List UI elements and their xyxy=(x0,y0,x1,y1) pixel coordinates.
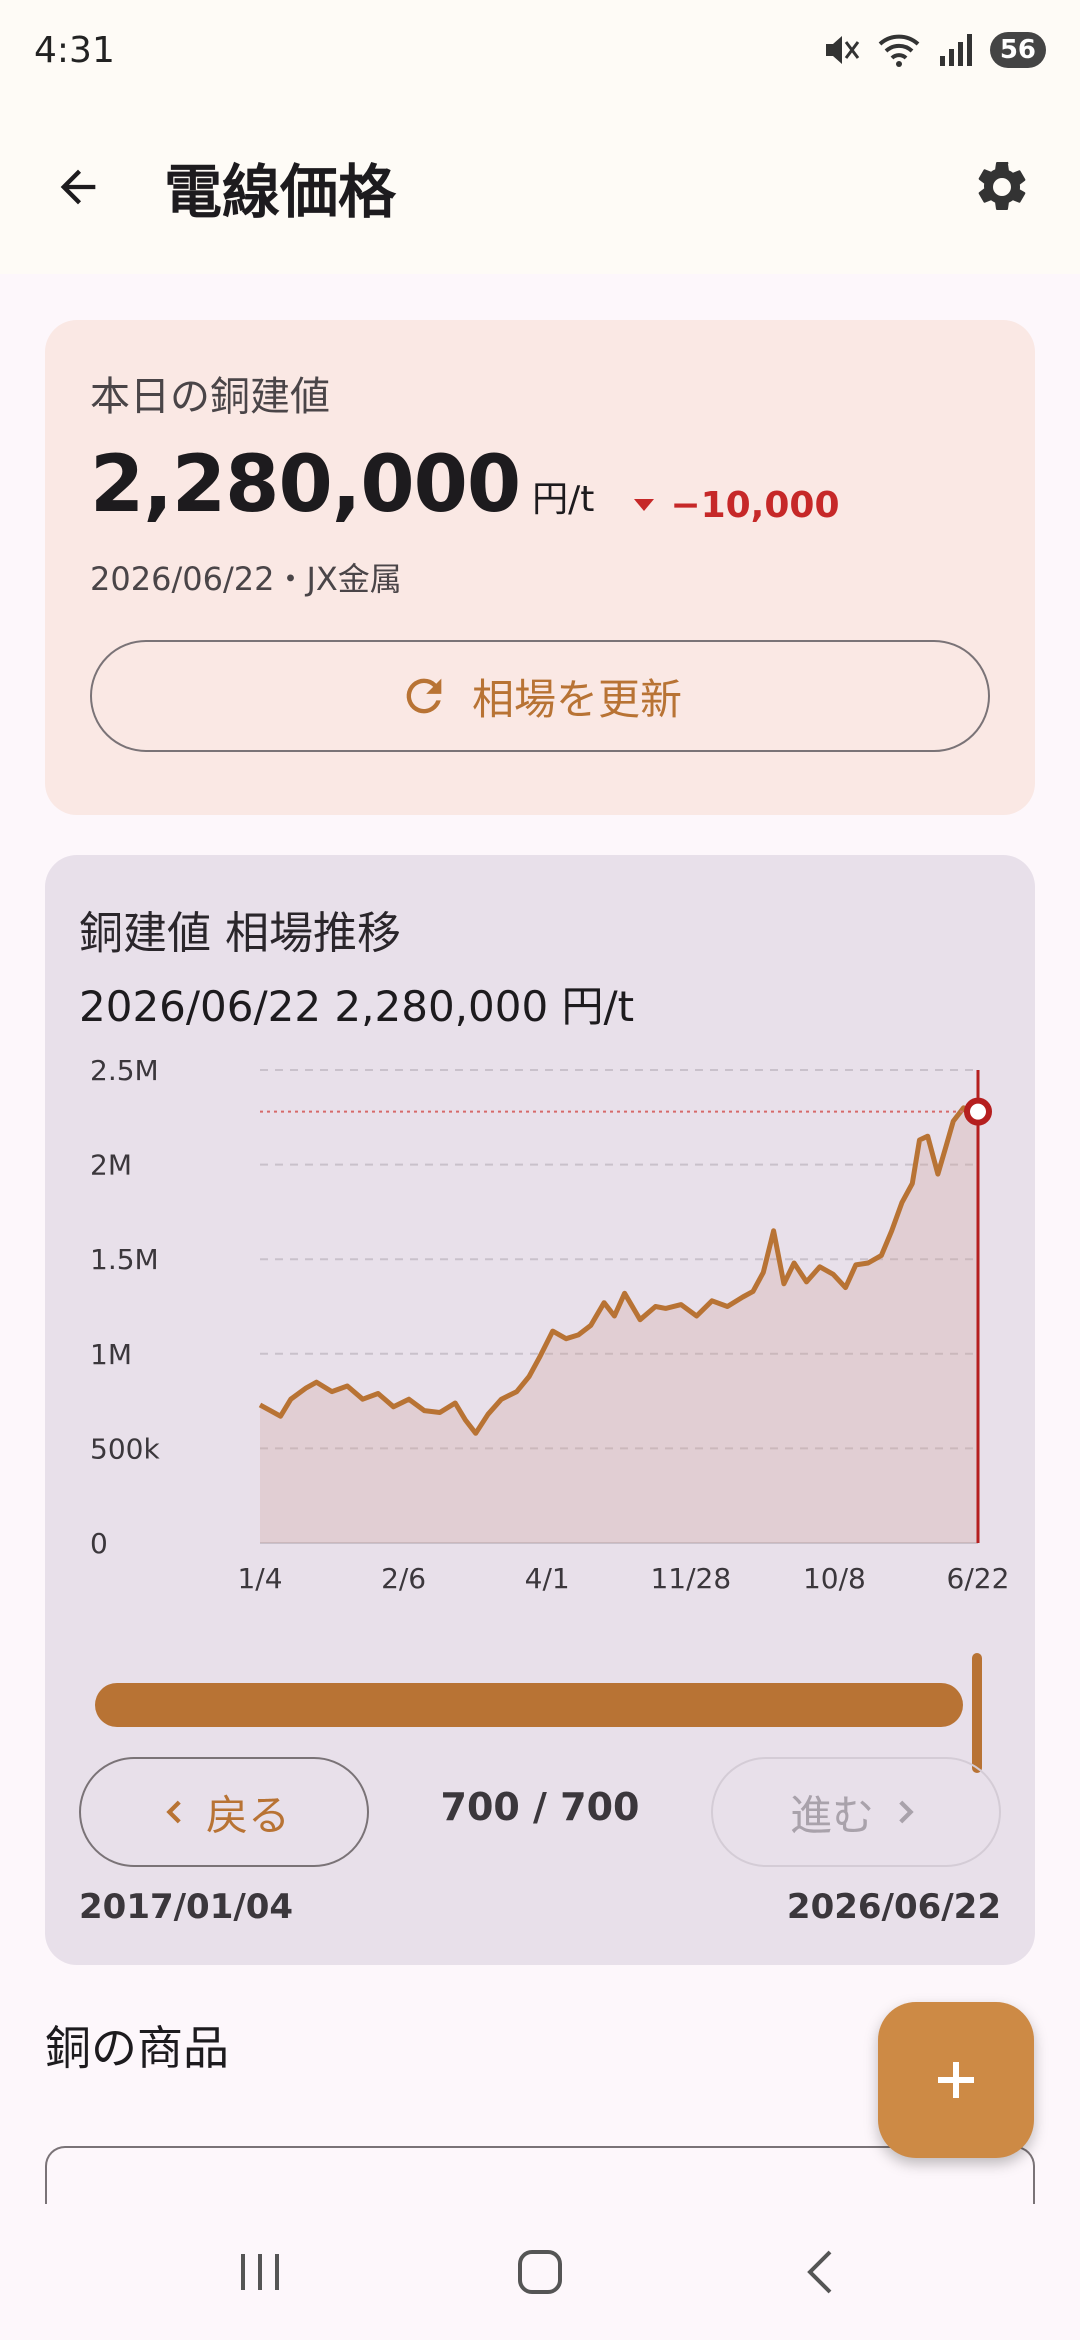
position-counter: 700 / 700 xyxy=(440,1785,640,1829)
x-tick-label: 1/4 xyxy=(237,1562,282,1595)
price-change-value: −10,000 xyxy=(670,484,840,526)
down-arrow-icon xyxy=(634,499,655,511)
chevron-left-icon xyxy=(166,1800,181,1824)
range-start-date: 2017/01/04 xyxy=(79,1887,294,1927)
arrow-left-icon xyxy=(60,169,96,205)
page-title: 電線価格 xyxy=(164,158,397,226)
next-button[interactable]: 進む xyxy=(711,1757,1001,1867)
back-nav-button[interactable] xyxy=(760,2212,880,2332)
prev-label: 戻る xyxy=(205,1790,290,1840)
price-change: −10,000 xyxy=(634,484,840,526)
y-tick-label: 2M xyxy=(90,1149,132,1182)
x-tick-label: 6/22 xyxy=(947,1562,1010,1595)
system-nav-bar xyxy=(0,2204,1080,2340)
add-product-button[interactable] xyxy=(878,2002,1034,2158)
battery-icon: 56 xyxy=(989,32,1046,68)
today-price-card: 本日の銅建値 2,280,000 円/t −10,000 2026/06/22・… xyxy=(45,320,1035,815)
prev-button[interactable]: 戻る xyxy=(79,1757,369,1867)
x-tick-label: 10/8 xyxy=(803,1562,866,1595)
series-area xyxy=(260,1107,978,1543)
mute-icon xyxy=(822,32,860,68)
products-section-title: 銅の商品 xyxy=(45,2021,229,2075)
y-tick-label: 500k xyxy=(90,1432,160,1465)
signal-icon xyxy=(938,32,974,68)
range-end-date: 2026/06/22 xyxy=(786,1887,1001,1927)
y-tick-label: 0 xyxy=(90,1527,108,1560)
wifi-icon xyxy=(876,32,922,68)
refresh-icon xyxy=(406,678,442,714)
settings-button[interactable] xyxy=(960,145,1044,229)
y-tick-label: 1M xyxy=(90,1338,132,1371)
chevron-right-icon xyxy=(899,1800,914,1824)
price-date-source: 2026/06/22・JX金属 xyxy=(90,560,402,598)
next-label: 進む xyxy=(789,1790,874,1840)
refresh-market-button[interactable]: 相場を更新 xyxy=(90,640,990,752)
status-icons: 56 xyxy=(822,32,1046,68)
recent-apps-icon xyxy=(241,2254,279,2290)
plus-icon xyxy=(938,2062,974,2098)
slider-thumb[interactable] xyxy=(972,1653,982,1773)
selected-point xyxy=(964,1097,992,1126)
price-row: 2,280,000 円/t −10,000 xyxy=(90,440,990,530)
price-value: 2,280,000 xyxy=(90,440,521,530)
price-chart[interactable]: 0 500k 1M 1.5M 2M 2.5M 1/4 2/6 4/1 11/28 10/8 6/22 xyxy=(45,855,1035,1635)
x-tick-label: 11/28 xyxy=(650,1562,731,1595)
app-bar: 電線価格 xyxy=(0,100,1080,274)
home-icon xyxy=(518,2250,562,2294)
refresh-label: 相場を更新 xyxy=(471,674,682,724)
range-slider[interactable] xyxy=(95,1653,995,1773)
home-button[interactable] xyxy=(480,2212,600,2332)
back-button[interactable] xyxy=(36,145,120,229)
x-tick-label: 2/6 xyxy=(381,1562,426,1595)
status-bar: 4:31 56 xyxy=(0,0,1080,100)
y-tick-label: 2.5M xyxy=(90,1054,159,1087)
back-nav-icon xyxy=(807,2250,832,2294)
y-tick-label: 1.5M xyxy=(90,1243,159,1276)
x-tick-label: 4/1 xyxy=(525,1562,570,1595)
slider-track xyxy=(95,1683,963,1727)
price-trend-card: 銅建値 相場推移 2026/06/22 2,280,000 円/t 0 500k 1… xyxy=(45,855,1035,1965)
gear-icon xyxy=(978,161,1026,210)
status-time: 4:31 xyxy=(34,29,115,71)
today-price-label: 本日の銅建値 xyxy=(90,374,330,420)
price-unit: 円/t xyxy=(532,479,595,520)
recent-apps-button[interactable] xyxy=(200,2212,320,2332)
